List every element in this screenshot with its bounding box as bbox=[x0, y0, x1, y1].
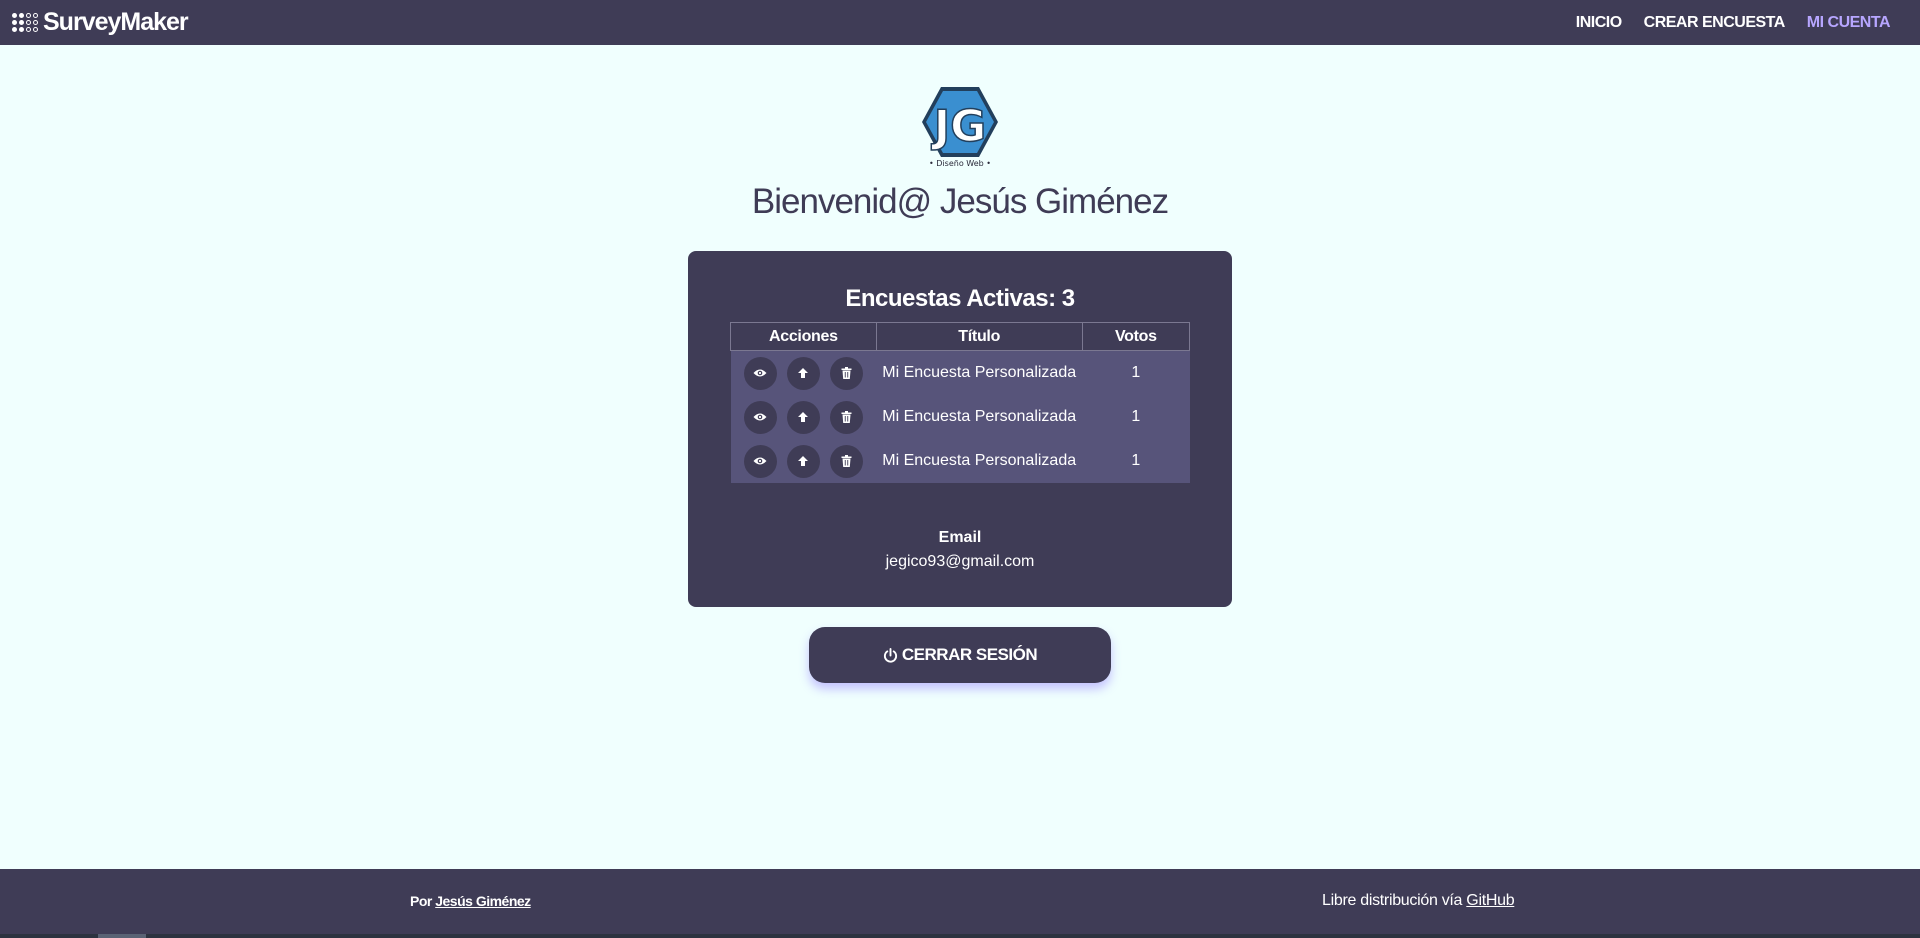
footer-distribution: Libre distribución vía GitHub bbox=[1322, 892, 1515, 910]
footer-author-prefix: Por bbox=[410, 893, 436, 909]
footer: Por Jesús Giménez Libre distribución vía… bbox=[0, 869, 1920, 938]
author-link[interactable]: Jesús Giménez bbox=[435, 893, 531, 909]
arrow-up-icon bbox=[798, 456, 809, 466]
horizontal-scrollbar[interactable] bbox=[0, 934, 1920, 938]
logout-label: CERRAR SESIÓN bbox=[901, 645, 1038, 664]
promote-survey-button[interactable] bbox=[786, 444, 820, 478]
actions-cell bbox=[730, 439, 877, 483]
account-card: Encuestas Activas: 3 Acciones Título Vot… bbox=[688, 251, 1232, 607]
view-survey-button[interactable] bbox=[743, 400, 777, 434]
promote-survey-button[interactable] bbox=[786, 400, 820, 434]
arrow-up-icon bbox=[798, 412, 809, 422]
view-survey-button[interactable] bbox=[743, 444, 777, 478]
table-row: Mi Encuesta Personalizada 1 bbox=[730, 439, 1190, 483]
survey-title-cell: Mi Encuesta Personalizada bbox=[876, 350, 1083, 395]
trash-icon bbox=[841, 367, 852, 379]
delete-survey-button[interactable] bbox=[829, 400, 863, 434]
delete-survey-button[interactable] bbox=[829, 444, 863, 478]
email-label: Email bbox=[938, 529, 982, 546]
view-survey-button[interactable] bbox=[743, 356, 777, 390]
survey-votes-cell: 1 bbox=[1082, 350, 1190, 395]
github-link[interactable]: GitHub bbox=[1466, 892, 1514, 909]
brand-name: SurveyMaker bbox=[43, 8, 189, 36]
delete-survey-button[interactable] bbox=[829, 356, 863, 390]
header-acciones: Acciones bbox=[730, 322, 877, 351]
power-icon bbox=[883, 647, 897, 662]
survey-title-cell: Mi Encuesta Personalizada bbox=[876, 395, 1083, 439]
nav-link-crear-encuesta[interactable]: CREAR ENCUESTA bbox=[1644, 14, 1786, 32]
active-surveys-title: Encuestas Activas: 3 bbox=[845, 285, 1075, 312]
table-row: Mi Encuesta Personalizada 1 bbox=[730, 395, 1190, 439]
logo-letters: JG bbox=[931, 101, 987, 152]
actions-cell bbox=[730, 350, 877, 395]
nav-link-mi-cuenta[interactable]: MI CUENTA bbox=[1807, 14, 1891, 32]
nav-links: INICIO CREAR ENCUESTA MI CUENTA bbox=[1554, 14, 1891, 32]
scrollbar-thumb[interactable] bbox=[98, 934, 146, 938]
welcome-heading: Bienvenid@ Jesús Giménez bbox=[751, 182, 1169, 221]
actions-cell bbox=[730, 395, 877, 439]
trash-icon bbox=[841, 455, 852, 467]
email-value: jegico93@gmail.com bbox=[885, 553, 1035, 570]
navbar: SurveyMaker INICIO CREAR ENCUESTA MI CUE… bbox=[0, 0, 1920, 45]
logo-caption: • Diseño Web • bbox=[929, 159, 991, 168]
survey-votes-cell: 1 bbox=[1082, 395, 1190, 439]
trash-icon bbox=[841, 411, 852, 423]
arrow-up-icon bbox=[798, 368, 809, 378]
nav-link-inicio[interactable]: INICIO bbox=[1576, 14, 1622, 32]
survey-title-cell: Mi Encuesta Personalizada bbox=[876, 439, 1083, 483]
promote-survey-button[interactable] bbox=[786, 356, 820, 390]
footer-author: Por Jesús Giménez bbox=[410, 893, 531, 909]
surveys-table: Acciones Título Votos Mi Encuesta Person… bbox=[730, 322, 1191, 483]
eye-icon bbox=[753, 413, 767, 421]
table-header-row: Acciones Título Votos bbox=[730, 322, 1191, 351]
eye-icon bbox=[753, 369, 767, 377]
logout-button[interactable]: CERRAR SESIÓN bbox=[809, 627, 1111, 683]
survey-logo-icon bbox=[12, 13, 38, 32]
header-votos: Votos bbox=[1081, 322, 1191, 351]
brand-link[interactable]: SurveyMaker bbox=[12, 8, 189, 37]
header-titulo: Título bbox=[875, 322, 1083, 351]
eye-icon bbox=[753, 457, 767, 465]
footer-distribution-prefix: Libre distribución vía bbox=[1322, 892, 1467, 909]
jg-logo: JG • Diseño Web • bbox=[922, 87, 998, 168]
survey-votes-cell: 1 bbox=[1082, 439, 1190, 483]
table-row: Mi Encuesta Personalizada 1 bbox=[730, 350, 1190, 395]
